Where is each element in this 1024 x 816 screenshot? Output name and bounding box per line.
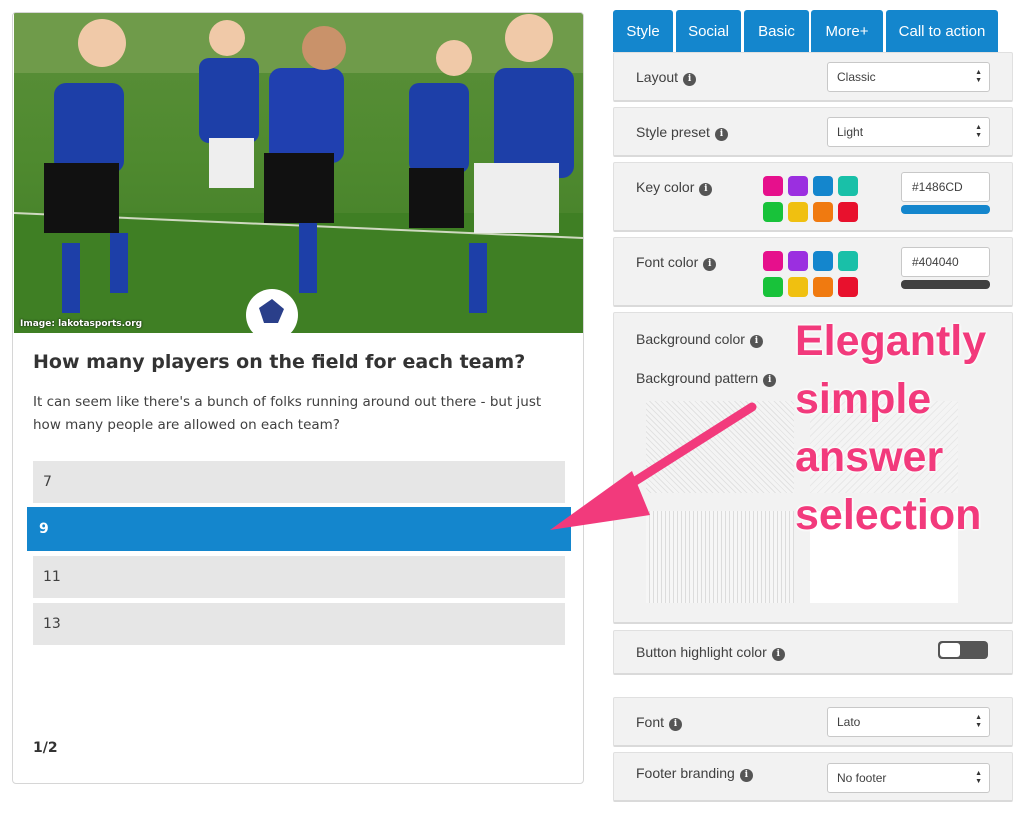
key-color-row: Key color i #1486CD	[613, 162, 1013, 232]
annotation-line: selection	[795, 491, 982, 539]
swatch-yellow[interactable]	[788, 277, 808, 297]
background-pattern-label-text: Background pattern	[636, 370, 759, 386]
question-progress: 1/2	[33, 740, 58, 756]
quiz-photo: Image: lakotasports.org	[14, 13, 583, 333]
swatch-teal[interactable]	[838, 251, 858, 271]
answer-option-1[interactable]: 7	[33, 461, 565, 503]
info-icon[interactable]: i	[703, 258, 717, 271]
style-preset-label-text: Style preset	[636, 124, 710, 140]
key-color-input[interactable]: #1486CD	[901, 172, 990, 202]
info-icon[interactable]: i	[683, 73, 697, 86]
select-arrows-icon: ▲ ▼	[975, 69, 982, 84]
select-arrows-icon: ▲ ▼	[975, 714, 982, 729]
swatch-magenta[interactable]	[763, 251, 783, 271]
layout-label-text: Layout	[636, 69, 679, 85]
key-color-label: Key color i	[636, 179, 713, 196]
font-label: Font i	[636, 714, 683, 731]
annotation-line: answer	[795, 433, 944, 481]
background-pattern-label: Background pattern i	[636, 370, 777, 387]
swatch-purple[interactable]	[788, 176, 808, 196]
swatch-purple[interactable]	[788, 251, 808, 271]
layout-label: Layout i	[636, 69, 697, 86]
info-icon[interactable]: i	[763, 374, 777, 387]
swatch-magenta[interactable]	[763, 176, 783, 196]
tab-call-to-action[interactable]: Call to action	[886, 10, 998, 52]
layout-select[interactable]: Classic ▲ ▼	[827, 62, 990, 92]
info-icon[interactable]: i	[749, 335, 763, 348]
tab-style[interactable]: Style	[613, 10, 673, 52]
swatch-blue[interactable]	[813, 176, 833, 196]
info-icon[interactable]: i	[771, 648, 785, 661]
swatch-yellow[interactable]	[788, 202, 808, 222]
swatch-green[interactable]	[763, 277, 783, 297]
style-preset-label: Style preset i	[636, 124, 728, 141]
button-highlight-toggle[interactable]	[938, 641, 988, 659]
swatch-red[interactable]	[838, 277, 858, 297]
annotation-line: Elegantly	[795, 317, 987, 365]
layout-row: Layout i Classic ▲ ▼	[613, 52, 1013, 102]
button-highlight-label: Button highlight color i	[636, 644, 785, 661]
info-icon[interactable]: i	[669, 718, 683, 731]
annotation-line: simple	[795, 375, 932, 423]
footer-branding-select-value: No footer	[837, 771, 887, 785]
swatch-teal[interactable]	[838, 176, 858, 196]
annotation-callout: Elegantly simple answer selection	[795, 312, 1005, 544]
question-description: It can seem like there's a bunch of folk…	[33, 394, 542, 433]
font-color-input[interactable]: #404040	[901, 247, 990, 277]
swatch-orange[interactable]	[813, 277, 833, 297]
style-preset-row: Style preset i Light ▲ ▼	[613, 107, 1013, 157]
annotation-arrow-icon	[550, 402, 757, 530]
font-color-label: Font color i	[636, 254, 717, 271]
footer-branding-label: Footer branding i	[636, 765, 753, 782]
font-color-row: Font color i #404040	[613, 237, 1013, 307]
footer-branding-row: Footer branding i No footer ▲ ▼	[613, 752, 1013, 802]
key-color-label-text: Key color	[636, 179, 695, 195]
button-highlight-row: Button highlight color i	[613, 630, 1013, 675]
button-highlight-label-text: Button highlight color	[636, 644, 767, 660]
tab-social[interactable]: Social	[676, 10, 741, 52]
info-icon[interactable]: i	[739, 769, 753, 782]
font-color-preview	[901, 280, 990, 289]
quiz-card: Image: lakotasports.org How many players…	[12, 12, 584, 784]
answer-option-4[interactable]: 13	[33, 603, 565, 645]
answer-option-3[interactable]: 11	[33, 556, 565, 598]
style-preset-select-value: Light	[837, 125, 864, 139]
key-color-preview	[901, 205, 990, 214]
footer-branding-select[interactable]: No footer ▲ ▼	[827, 763, 990, 793]
select-arrows-icon: ▲ ▼	[975, 770, 982, 785]
soccer-kids-illustration	[14, 13, 583, 333]
font-select-value: Lato	[837, 715, 861, 729]
background-color-label-text: Background color	[636, 331, 745, 347]
answer-option-2-selected[interactable]: 9	[27, 507, 571, 551]
toggle-knob	[940, 643, 960, 657]
swatch-blue[interactable]	[813, 251, 833, 271]
background-color-label: Background color i	[636, 331, 763, 348]
font-select[interactable]: Lato ▲ ▼	[827, 707, 990, 737]
swatch-green[interactable]	[763, 202, 783, 222]
style-preset-select[interactable]: Light ▲ ▼	[827, 117, 990, 147]
select-arrows-icon: ▲ ▼	[975, 124, 982, 139]
layout-select-value: Classic	[837, 70, 876, 84]
footer-branding-label-text: Footer branding	[636, 765, 735, 781]
tab-basic[interactable]: Basic	[744, 10, 809, 52]
swatch-red[interactable]	[838, 202, 858, 222]
image-credit: Image: lakotasports.org	[20, 319, 143, 329]
question-title: How many players on the field for each t…	[33, 351, 526, 373]
info-icon[interactable]: i	[714, 128, 728, 141]
font-color-label-text: Font color	[636, 254, 699, 270]
info-icon[interactable]: i	[699, 183, 713, 196]
swatch-orange[interactable]	[813, 202, 833, 222]
font-label-text: Font	[636, 714, 665, 730]
font-row: Font i Lato ▲ ▼	[613, 697, 1013, 747]
tab-more[interactable]: More+	[811, 10, 883, 52]
